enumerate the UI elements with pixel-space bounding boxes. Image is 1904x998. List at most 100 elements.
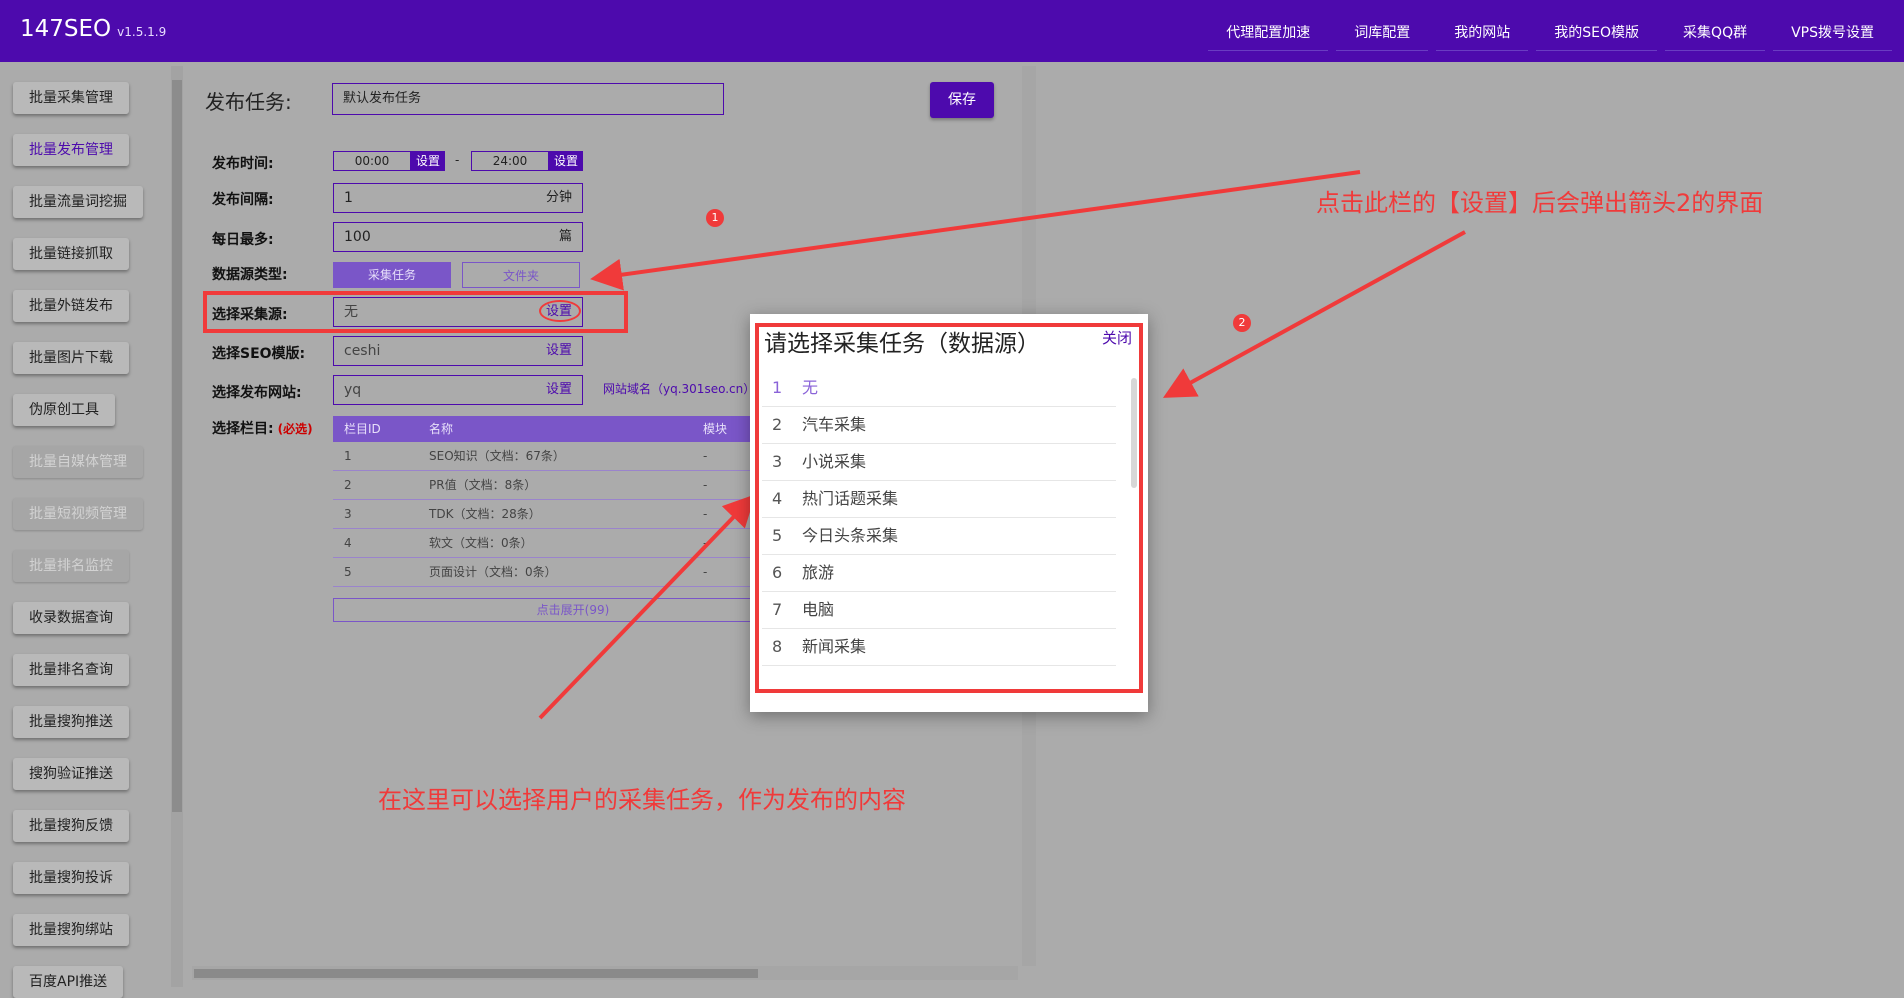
source-type-task-button[interactable]: 采集任务 (333, 262, 451, 288)
highlight-set-circle (539, 300, 581, 322)
sidebar-item-pseudo-original[interactable]: 伪原创工具 (13, 394, 115, 426)
list-item[interactable]: 8 新闻采集 (762, 629, 1116, 666)
horizontal-scrollbar-thumb[interactable] (194, 969, 758, 978)
list-item[interactable]: 1无 (762, 370, 1116, 407)
sidebar-item-link-crawl[interactable]: 批量链接抓取 (13, 238, 129, 270)
sidebar-item-self-media: 批量自媒体管理 (13, 446, 143, 478)
item-name: 今日头条采集 (802, 526, 899, 545)
sidebar-item-sogou-complaint[interactable]: 批量搜狗投诉 (13, 862, 129, 894)
table-row[interactable]: 3 TDK（文档：28条） - (333, 500, 753, 529)
annotation-text-2: 在这里可以选择用户的采集任务，作为发布的内容 (378, 786, 906, 814)
daily-max-input[interactable]: 100 篇 (333, 222, 583, 252)
seo-template-set-link[interactable]: 设置 (546, 337, 572, 365)
seo-template-label: 选择SEO模版: (212, 346, 306, 362)
sidebar-scrollbar[interactable] (171, 66, 183, 987)
source-type-label: 数据源类型: (212, 267, 288, 283)
nav-my-sites[interactable]: 我的网站 (1436, 14, 1529, 51)
nav-qq-group[interactable]: 采集QQ群 (1665, 14, 1766, 51)
sidebar-item-batch-publish[interactable]: 批量发布管理 (13, 134, 129, 166)
item-number: 5 (772, 526, 783, 545)
table-row[interactable]: 1 SEO知识（文档：67条） - (333, 442, 753, 471)
item-name: 小说采集 (802, 452, 867, 471)
list-item[interactable]: 2 汽车采集 (762, 407, 1116, 444)
annotation-badge-2: 2 (1233, 314, 1251, 332)
row-id: 5 (344, 565, 352, 579)
publish-site-input[interactable]: yq 设置 (333, 375, 583, 405)
list-item[interactable]: 6 旅游 (762, 555, 1116, 592)
sidebar-item-sogou-bind-site[interactable]: 批量搜狗绑站 (13, 914, 129, 946)
column-table-header: 栏目ID 名称 模块 (333, 416, 753, 442)
horizontal-scrollbar[interactable] (192, 966, 1018, 980)
nav-vps-dial[interactable]: VPS拨号设置 (1773, 14, 1892, 51)
nav-keyword-config[interactable]: 词库配置 (1336, 14, 1429, 51)
app-logo: 147SEO v1.5.1.9 (20, 16, 166, 42)
row-name: SEO知识（文档：67条） (429, 449, 565, 463)
time-start-set-button[interactable]: 设置 (411, 151, 445, 171)
sidebar-item-rank-query[interactable]: 批量排名查询 (13, 654, 129, 686)
publish-time-label: 发布时间: (212, 156, 274, 172)
annotation-badge-1: 1 (706, 209, 724, 227)
top-header: 147SEO v1.5.1.9 代理配置加速 词库配置 我的网站 我的SEO模版 … (0, 0, 1904, 62)
interval-value: 1 (344, 190, 353, 206)
sidebar-item-baidu-api-push[interactable]: 百度API推送 (13, 966, 124, 998)
row-name: 页面设计（文档：0条） (429, 565, 557, 579)
row-name: TDK（文档：28条） (429, 507, 541, 521)
time-end-input[interactable]: 24:00 (471, 151, 549, 171)
publish-site-label: 选择发布网站: (212, 385, 302, 401)
sidebar-item-sogou-feedback[interactable]: 批量搜狗反馈 (13, 810, 129, 842)
sidebar-item-image-download[interactable]: 批量图片下载 (13, 342, 129, 374)
sidebar-item-sogou-verify-push[interactable]: 搜狗验证推送 (13, 758, 129, 790)
seo-template-input[interactable]: ceshi 设置 (333, 336, 583, 366)
sidebar: 批量采集管理 批量发布管理 批量流量词挖掘 批量链接抓取 批量外链发布 批量图片… (0, 62, 176, 998)
task-name-input[interactable]: 默认发布任务 (332, 83, 724, 115)
nav-proxy-config[interactable]: 代理配置加速 (1208, 14, 1329, 51)
modal-scrollbar[interactable] (1131, 378, 1137, 488)
select-source-modal: 请选择采集任务（数据源） 关闭 1无 2 汽车采集 3 小说采集 4 热门话题采集 5… (750, 314, 1148, 712)
item-name: 热门话题采集 (802, 489, 899, 508)
row-module: - (703, 536, 708, 550)
list-item[interactable]: 5 今日头条采集 (762, 518, 1116, 555)
column-label: 选择栏目: (必选) (212, 418, 313, 438)
sidebar-item-batch-collect[interactable]: 批量采集管理 (13, 82, 129, 114)
item-number: 6 (772, 563, 783, 582)
table-row[interactable]: 4 软文（文档：0条） - (333, 529, 753, 558)
sidebar-item-rank-monitor: 批量排名监控 (13, 550, 129, 582)
seo-template-value: ceshi (344, 343, 381, 359)
sidebar-scrollbar-thumb[interactable] (172, 80, 182, 812)
time-end-set-button[interactable]: 设置 (549, 151, 583, 171)
interval-input[interactable]: 1 分钟 (333, 183, 583, 213)
row-name: PR值（文档：8条） (429, 478, 537, 492)
nav-seo-templates[interactable]: 我的SEO模版 (1536, 14, 1658, 51)
save-button[interactable]: 保存 (930, 82, 994, 118)
annotation-text-1: 点击此栏的【设置】后会弹出箭头2的界面 (1316, 189, 1764, 217)
table-row[interactable]: 2 PR值（文档：8条） - (333, 471, 753, 500)
source-type-folder-button[interactable]: 文件夹 (462, 262, 580, 288)
sidebar-item-traffic-keywords[interactable]: 批量流量词挖掘 (13, 186, 143, 218)
arrow-2 (1162, 230, 1466, 398)
item-number: 1 (772, 378, 783, 397)
row-id: 1 (344, 449, 352, 463)
table-row[interactable]: 5 页面设计（文档：0条） - (333, 558, 753, 587)
list-item[interactable]: 4 热门话题采集 (762, 481, 1116, 518)
column-required-mark: (必选) (277, 422, 313, 436)
sidebar-item-sogou-push[interactable]: 批量搜狗推送 (13, 706, 129, 738)
sidebar-item-external-links[interactable]: 批量外链发布 (13, 290, 129, 322)
list-item[interactable]: 7 电脑 (762, 592, 1116, 629)
expand-columns-button[interactable]: 点击展开(99) (333, 598, 813, 622)
interval-label: 发布间隔: (212, 192, 274, 208)
row-id: 4 (344, 536, 352, 550)
site-domain-hint[interactable]: 网站域名（yq.301seo.cn） (603, 380, 755, 397)
modal-close-button[interactable]: 关闭 (1102, 327, 1132, 348)
time-start-input[interactable]: 00:00 (333, 151, 411, 171)
daily-max-label: 每日最多: (212, 232, 274, 248)
source-value: 无 (344, 304, 358, 320)
app-name: 147SEO (20, 16, 112, 42)
sidebar-item-index-query[interactable]: 收录数据查询 (13, 602, 129, 634)
column-table: 栏目ID 名称 模块 1 SEO知识（文档：67条） - 2 PR值（文档：8条） - … (333, 416, 753, 587)
item-number: 8 (772, 637, 783, 656)
time-dash: - (455, 153, 460, 167)
publish-site-set-link[interactable]: 设置 (546, 376, 572, 404)
list-item[interactable]: 3 小说采集 (762, 444, 1116, 481)
source-label: 选择采集源: (212, 307, 288, 323)
row-id: 2 (344, 478, 352, 492)
